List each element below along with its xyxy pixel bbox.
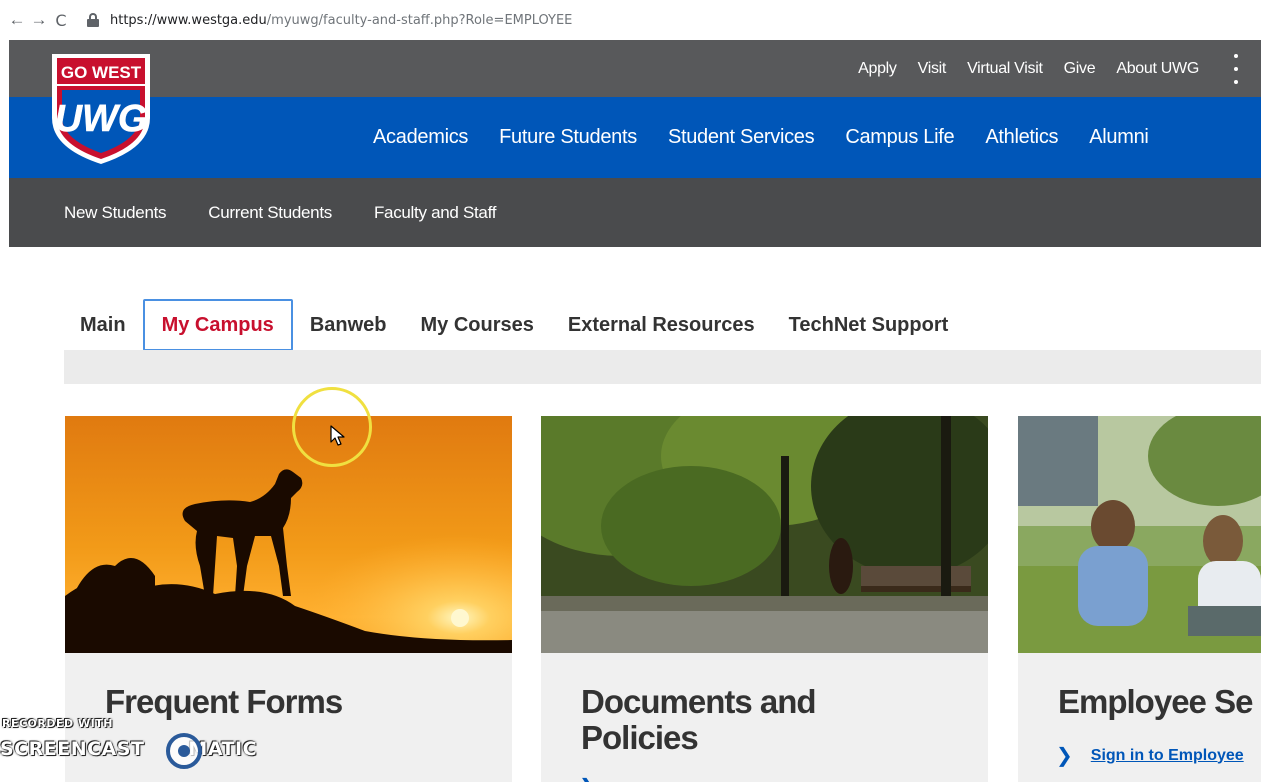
forward-arrow-icon[interactable]: → — [28, 0, 50, 40]
campus-park-photo — [541, 416, 988, 653]
logo-top-text: GO WEST — [61, 63, 142, 82]
utility-link-apply[interactable]: Apply — [858, 60, 897, 78]
main-nav-campus-life[interactable]: Campus Life — [845, 126, 954, 149]
utility-link-about[interactable]: About UWG — [1116, 60, 1199, 78]
tab-external-resources[interactable]: External Resources — [551, 299, 772, 351]
main-nav-alumni[interactable]: Alumni — [1089, 126, 1149, 149]
tab-my-courses[interactable]: My Courses — [404, 299, 551, 351]
tab-banweb[interactable]: Banweb — [293, 299, 404, 351]
tab-technet-support[interactable]: TechNet Support — [772, 299, 966, 351]
lock-icon — [86, 13, 100, 27]
card-employee-services[interactable]: Employee Se ❯ Sign in to Employee — [1018, 416, 1261, 782]
chevron-right-icon: ❯ — [579, 774, 596, 782]
audience-nav-new-students[interactable]: New Students — [64, 203, 167, 223]
main-nav: Academics Future Students Student Servic… — [9, 97, 1261, 178]
students-lawn-photo — [1018, 416, 1261, 653]
main-nav-athletics[interactable]: Athletics — [985, 126, 1058, 149]
utility-link-give[interactable]: Give — [1064, 60, 1096, 78]
tab-my-campus[interactable]: My Campus — [142, 299, 293, 351]
card-link: ❯ Sign in to Employee — [1056, 743, 1244, 768]
sign-in-employee-link[interactable]: Sign in to Employee — [1091, 747, 1244, 765]
uwg-logo[interactable]: GO WEST UWG — [48, 48, 154, 166]
address-bar[interactable]: https://www.westga.edu/myuwg/faculty-and… — [82, 6, 572, 34]
logo-main-text: UWG — [55, 98, 148, 140]
browser-toolbar: ← → C https://www.westga.edu/myuwg/facul… — [0, 0, 1261, 40]
screencast-watermark: RECORDED WITH SCREENCAST MATIC — [0, 712, 300, 782]
mouse-pointer-icon — [330, 425, 345, 446]
watermark-line2: SCREENCAST MATIC — [0, 738, 258, 760]
main-nav-student-services[interactable]: Student Services — [668, 126, 815, 149]
card-documents-policies[interactable]: Documents and Policies — [541, 416, 988, 782]
audience-nav-current-students[interactable]: Current Students — [208, 203, 332, 223]
watermark-line1: RECORDED WITH — [2, 717, 113, 730]
screencast-logo-icon — [166, 733, 202, 769]
back-arrow-icon[interactable]: ← — [6, 0, 28, 40]
card-title: Documents and Policies — [581, 683, 817, 756]
wolf-sunset-photo — [65, 416, 512, 653]
main-nav-future-students[interactable]: Future Students — [499, 126, 637, 149]
utility-link-visit[interactable]: Visit — [918, 60, 947, 78]
tab-content-strip — [64, 350, 1261, 384]
url-host: https://www.westga.edu — [110, 12, 267, 28]
main-nav-academics[interactable]: Academics — [373, 126, 468, 149]
utility-nav: Apply Visit Virtual Visit Give About UWG — [9, 40, 1261, 97]
kebab-menu-icon[interactable] — [1233, 54, 1239, 84]
site-header: Apply Visit Virtual Visit Give About UWG… — [9, 40, 1261, 247]
chevron-right-icon: ❯ — [1056, 745, 1073, 767]
audience-nav: New Students Current Students Faculty an… — [9, 178, 1261, 247]
card-link-partial: ❯ — [579, 774, 614, 782]
portal-tabs: Main My Campus Banweb My Courses Externa… — [64, 299, 965, 351]
tab-main[interactable]: Main — [64, 299, 143, 351]
utility-link-virtual-visit[interactable]: Virtual Visit — [967, 60, 1043, 78]
audience-nav-faculty-staff[interactable]: Faculty and Staff — [374, 203, 496, 223]
url-path: /myuwg/faculty-and-staff.php?Role=EMPLOY… — [266, 12, 573, 28]
reload-icon[interactable]: C — [50, 0, 72, 40]
card-title: Employee Se — [1058, 683, 1253, 720]
